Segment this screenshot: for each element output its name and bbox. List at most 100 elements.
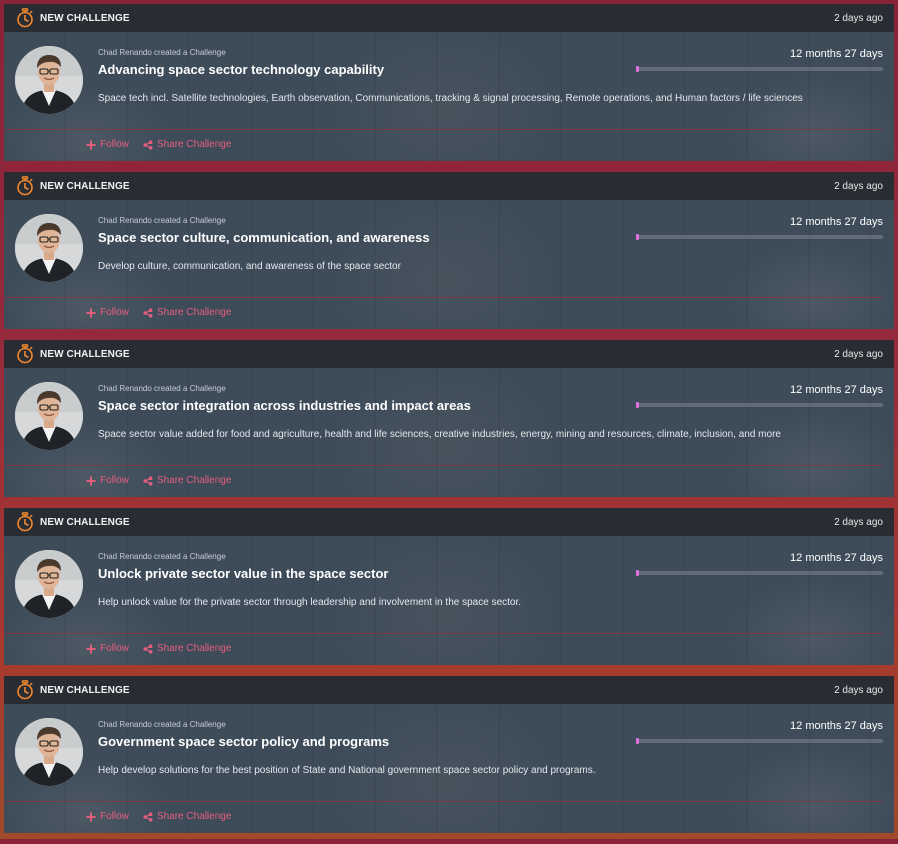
- avatar[interactable]: [15, 214, 83, 282]
- header-label: NEW CHALLENGE: [40, 348, 130, 360]
- follow-label: Follow: [100, 307, 129, 318]
- share-icon: [143, 139, 153, 150]
- card-body: Chad Renando created a Challenge Space s…: [4, 200, 894, 329]
- follow-button[interactable]: Follow: [86, 307, 129, 318]
- avatar[interactable]: [15, 550, 83, 618]
- share-label: Share Challenge: [156, 307, 232, 318]
- card-header: NEW CHALLENGE 2 days ago: [4, 340, 894, 368]
- card-body: Chad Renando created a Challenge Advanci…: [4, 32, 894, 161]
- avatar[interactable]: [15, 382, 83, 450]
- challenge-card: NEW CHALLENGE 2 days ago Chad Renando cr…: [4, 4, 894, 161]
- share-label: Share Challenge: [156, 475, 232, 486]
- divider: [4, 129, 883, 130]
- card-header: NEW CHALLENGE 2 days ago: [4, 508, 894, 536]
- plus-icon: [86, 812, 96, 822]
- creator-line: Chad Renando created a Challenge: [98, 720, 226, 729]
- stopwatch-icon: [16, 8, 34, 28]
- duration-remaining: 12 months 27 days: [790, 216, 883, 228]
- progress-bar: [636, 570, 883, 576]
- challenge-description: Space sector value added for food and ag…: [98, 429, 781, 440]
- challenge-title[interactable]: Advancing space sector technology capabi…: [98, 62, 384, 77]
- share-challenge-button[interactable]: Share Challenge: [143, 811, 232, 822]
- progress-fill: [636, 234, 639, 240]
- share-challenge-button[interactable]: Share Challenge: [143, 307, 232, 318]
- divider: [4, 465, 883, 466]
- plus-icon: [86, 140, 96, 150]
- challenge-card: NEW CHALLENGE 2 days ago Chad Renando cr…: [4, 676, 894, 833]
- divider: [4, 297, 883, 298]
- card-body: Chad Renando created a Challenge Space s…: [4, 368, 894, 497]
- share-challenge-button[interactable]: Share Challenge: [143, 139, 232, 150]
- challenge-description: Help unlock value for the private sector…: [98, 597, 522, 608]
- stopwatch-icon: [16, 176, 34, 196]
- card-actions: Follow Share Challenge: [86, 475, 245, 486]
- card-body: Chad Renando created a Challenge Governm…: [4, 704, 894, 833]
- creator-line: Chad Renando created a Challenge: [98, 216, 226, 225]
- progress-fill: [636, 66, 639, 72]
- share-label: Share Challenge: [156, 643, 232, 654]
- card-header: NEW CHALLENGE 2 days ago: [4, 676, 894, 704]
- header-label: NEW CHALLENGE: [40, 180, 130, 192]
- challenge-card: NEW CHALLENGE 2 days ago Chad Renando cr…: [4, 340, 894, 497]
- share-challenge-button[interactable]: Share Challenge: [143, 643, 232, 654]
- follow-button[interactable]: Follow: [86, 475, 129, 486]
- progress-fill: [636, 738, 639, 744]
- challenge-description: Space tech incl. Satellite technologies,…: [98, 93, 803, 104]
- duration-remaining: 12 months 27 days: [790, 720, 883, 732]
- share-icon: [143, 643, 153, 654]
- plus-icon: [86, 308, 96, 318]
- divider: [4, 633, 883, 634]
- challenge-card: NEW CHALLENGE 2 days ago Chad Renando cr…: [4, 172, 894, 329]
- header-timestamp: 2 days ago: [834, 348, 883, 360]
- share-label: Share Challenge: [156, 139, 232, 150]
- stopwatch-icon: [16, 512, 34, 532]
- divider: [4, 801, 883, 802]
- duration-remaining: 12 months 27 days: [790, 552, 883, 564]
- creator-line: Chad Renando created a Challenge: [98, 552, 226, 561]
- follow-button[interactable]: Follow: [86, 139, 129, 150]
- card-body: Chad Renando created a Challenge Unlock …: [4, 536, 894, 665]
- progress-bar: [636, 402, 883, 408]
- follow-label: Follow: [100, 643, 129, 654]
- follow-button[interactable]: Follow: [86, 643, 129, 654]
- progress-fill: [636, 570, 639, 576]
- card-actions: Follow Share Challenge: [86, 139, 245, 150]
- creator-line: Chad Renando created a Challenge: [98, 384, 226, 393]
- follow-label: Follow: [100, 811, 129, 822]
- share-icon: [143, 307, 153, 318]
- share-icon: [143, 811, 153, 822]
- progress-bar: [636, 66, 883, 72]
- progress-bar: [636, 234, 883, 240]
- follow-button[interactable]: Follow: [86, 811, 129, 822]
- share-label: Share Challenge: [156, 811, 232, 822]
- challenge-description: Develop culture, communication, and awar…: [98, 261, 401, 272]
- progress-fill: [636, 402, 639, 408]
- progress-bar: [636, 738, 883, 744]
- share-challenge-button[interactable]: Share Challenge: [143, 475, 232, 486]
- plus-icon: [86, 644, 96, 654]
- duration-remaining: 12 months 27 days: [790, 384, 883, 396]
- avatar[interactable]: [15, 718, 83, 786]
- challenge-card: NEW CHALLENGE 2 days ago Chad Renando cr…: [4, 508, 894, 665]
- challenge-title[interactable]: Space sector integration across industri…: [98, 398, 471, 413]
- avatar[interactable]: [15, 46, 83, 114]
- card-actions: Follow Share Challenge: [86, 643, 245, 654]
- challenge-title[interactable]: Space sector culture, communication, and…: [98, 230, 430, 245]
- header-timestamp: 2 days ago: [834, 180, 883, 192]
- header-label: NEW CHALLENGE: [40, 12, 130, 24]
- challenge-feed: NEW CHALLENGE 2 days ago Chad Renando cr…: [4, 4, 894, 844]
- header-label: NEW CHALLENGE: [40, 684, 130, 696]
- follow-label: Follow: [100, 475, 129, 486]
- share-icon: [143, 475, 153, 486]
- duration-remaining: 12 months 27 days: [790, 48, 883, 60]
- creator-line: Chad Renando created a Challenge: [98, 48, 226, 57]
- header-timestamp: 2 days ago: [834, 12, 883, 24]
- plus-icon: [86, 476, 96, 486]
- header-timestamp: 2 days ago: [834, 684, 883, 696]
- challenge-title[interactable]: Government space sector policy and progr…: [98, 734, 389, 749]
- challenge-description: Help develop solutions for the best posi…: [98, 765, 596, 776]
- card-header: NEW CHALLENGE 2 days ago: [4, 4, 894, 32]
- challenge-title[interactable]: Unlock private sector value in the space…: [98, 566, 388, 581]
- header-label: NEW CHALLENGE: [40, 516, 130, 528]
- card-actions: Follow Share Challenge: [86, 307, 245, 318]
